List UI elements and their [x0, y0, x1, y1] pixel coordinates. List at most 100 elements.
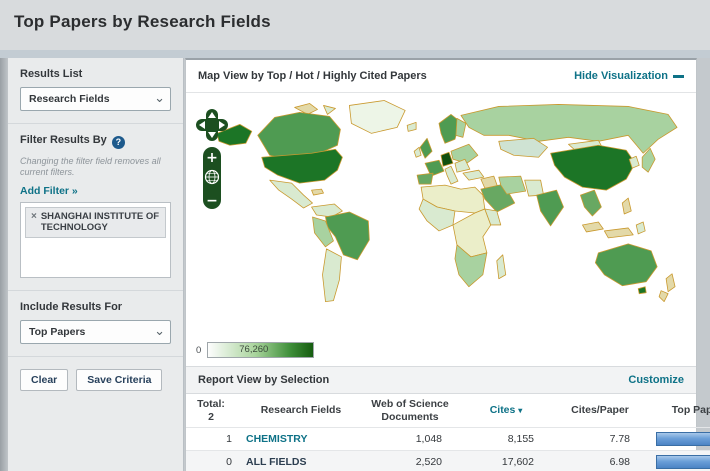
- column-research-fields: Research Fields: [236, 394, 360, 428]
- zoom-out-icon[interactable]: −: [206, 193, 218, 209]
- page-header: Top Papers by Research Fields: [0, 0, 710, 50]
- column-top-papers: Top Papers: [648, 394, 710, 428]
- table-row: 0 ALL FIELDS 2,520 17,602 6.98 14: [186, 451, 710, 471]
- include-results-section: Include Results For Top Papers ⌄: [8, 291, 183, 357]
- top-papers-bar: 4: [656, 432, 710, 446]
- zoom-control[interactable]: + −: [203, 147, 221, 209]
- country-australia[interactable]: [595, 244, 657, 286]
- wos-documents-value: 1,048: [360, 428, 460, 451]
- zoom-in-icon[interactable]: +: [206, 150, 218, 166]
- include-results-label: Include Results For: [20, 301, 171, 313]
- sort-down-icon: ▾: [518, 406, 522, 415]
- left-rail: [0, 58, 8, 471]
- table-row: 1 CHEMISTRY 1,048 8,155 7.78 4: [186, 428, 710, 451]
- country-ireland[interactable]: [414, 147, 421, 157]
- country-china[interactable]: [551, 145, 636, 190]
- map-controls: + −: [194, 107, 230, 216]
- total-label: Total:: [190, 398, 232, 411]
- remove-filter-icon[interactable]: ×: [31, 211, 37, 235]
- cites-sort-label[interactable]: Cites: [490, 404, 516, 416]
- total-header: Total: 2: [186, 394, 236, 428]
- country-tasmania[interactable]: [638, 287, 646, 294]
- hide-visualization-link[interactable]: Hide Visualization: [574, 70, 684, 82]
- clear-button[interactable]: Clear: [20, 369, 68, 391]
- results-list-select[interactable]: Research Fields ⌄: [20, 87, 171, 111]
- country-turkey[interactable]: [463, 170, 484, 180]
- country-new-guinea[interactable]: [636, 222, 645, 234]
- save-criteria-button[interactable]: Save Criteria: [76, 369, 162, 391]
- cites-per-paper-value: 7.78: [552, 428, 648, 451]
- map-legend: 0 76,260: [196, 342, 314, 358]
- filter-label-row: Filter Results By?: [20, 134, 171, 149]
- column-cites-sortable[interactable]: Cites ▾: [460, 394, 552, 428]
- country-philippines[interactable]: [622, 198, 631, 214]
- country-canada-islands[interactable]: [323, 105, 335, 114]
- filter-label: Filter Results By: [20, 134, 107, 146]
- country-uk[interactable]: [420, 138, 432, 158]
- top-papers-bar: 14: [656, 455, 710, 469]
- hide-visualization-label: Hide Visualization: [574, 70, 668, 82]
- report-table: Total: 2 Research Fields Web of Science …: [186, 394, 710, 471]
- results-list-section: Results List Research Fields ⌄: [8, 58, 183, 124]
- column-wos-documents: Web of Science Documents: [360, 394, 460, 428]
- minus-icon: [673, 75, 684, 78]
- sidebar-buttons: Clear Save Criteria: [8, 357, 183, 403]
- include-results-selected-value: Top Papers: [29, 326, 85, 338]
- filter-tag-label: SHANGHAI INSTITUTE OF TECHNOLOGY: [41, 211, 160, 235]
- header-divider: [0, 50, 710, 58]
- country-iceland[interactable]: [407, 122, 416, 131]
- cites-value: 8,155: [460, 428, 552, 451]
- row-index: 1: [186, 428, 236, 451]
- legend-min-value: 0: [196, 345, 201, 356]
- include-results-select[interactable]: Top Papers ⌄: [20, 320, 171, 344]
- country-russia[interactable]: [461, 104, 677, 153]
- results-list-selected-value: Research Fields: [29, 93, 110, 105]
- top-papers-bar-track: 14: [656, 455, 710, 469]
- table-header-row: Total: 2 Research Fields Web of Science …: [186, 394, 710, 428]
- page-title: Top Papers by Research Fields: [14, 12, 271, 32]
- cites-per-paper-value: 6.98: [552, 451, 648, 471]
- country-madagascar[interactable]: [497, 255, 506, 279]
- map-view-header: Map View by Top / Hot / Highly Cited Pap…: [186, 60, 696, 93]
- results-list-label: Results List: [20, 68, 171, 80]
- filter-tag[interactable]: × SHANGHAI INSTITUTE OF TECHNOLOGY: [25, 207, 166, 239]
- map-view-title: Map View by Top / Hot / Highly Cited Pap…: [198, 70, 427, 82]
- main-panel: Map View by Top / Hot / Highly Cited Pap…: [185, 58, 697, 471]
- filter-note: Changing the filter field removes all cu…: [20, 156, 171, 179]
- country-germany[interactable]: [441, 152, 453, 166]
- country-mexico[interactable]: [270, 180, 313, 208]
- country-argentina-chile[interactable]: [322, 249, 341, 302]
- total-value: 2: [190, 411, 232, 424]
- country-caribbean[interactable]: [312, 189, 324, 195]
- country-spain[interactable]: [417, 173, 433, 184]
- add-filter-link[interactable]: Add Filter »: [20, 185, 171, 197]
- country-greenland[interactable]: [349, 100, 405, 133]
- country-malaysia[interactable]: [582, 222, 603, 232]
- filter-section: Filter Results By? Changing the filter f…: [8, 124, 183, 291]
- sidebar: Results List Research Fields ⌄ Filter Re…: [8, 58, 184, 471]
- row-index: 0: [186, 451, 236, 471]
- column-cites-per-paper: Cites/Paper: [552, 394, 648, 428]
- country-indonesia[interactable]: [604, 228, 633, 238]
- help-icon[interactable]: ?: [112, 136, 125, 149]
- country-new-zealand[interactable]: [659, 274, 675, 302]
- country-india[interactable]: [537, 190, 564, 226]
- customize-link[interactable]: Customize: [628, 374, 684, 386]
- map-area: + −: [186, 93, 696, 366]
- filter-tag-list: × SHANGHAI INSTITUTE OF TECHNOLOGY: [20, 202, 171, 278]
- wos-documents-value: 2,520: [360, 451, 460, 471]
- legend-max-value: 76,260: [208, 344, 299, 355]
- customize-label: Customize: [628, 374, 684, 386]
- field-link-chemistry[interactable]: CHEMISTRY: [246, 433, 307, 445]
- top-papers-bar-track: 4: [656, 432, 710, 446]
- chevron-down-icon: ⌄: [154, 323, 165, 339]
- world-map[interactable]: [200, 95, 688, 333]
- chevron-down-icon: ⌄: [154, 90, 165, 106]
- report-view-title: Report View by Selection: [198, 374, 329, 386]
- report-view-header: Report View by Selection Customize: [186, 366, 696, 394]
- legend-gradient-bar: 76,260: [207, 342, 314, 358]
- field-all-fields: ALL FIELDS: [246, 456, 306, 468]
- app-window: Top Papers by Research Fields Results Li…: [0, 0, 710, 471]
- country-indochina[interactable]: [580, 190, 601, 216]
- pan-dpad-control[interactable]: [196, 109, 228, 141]
